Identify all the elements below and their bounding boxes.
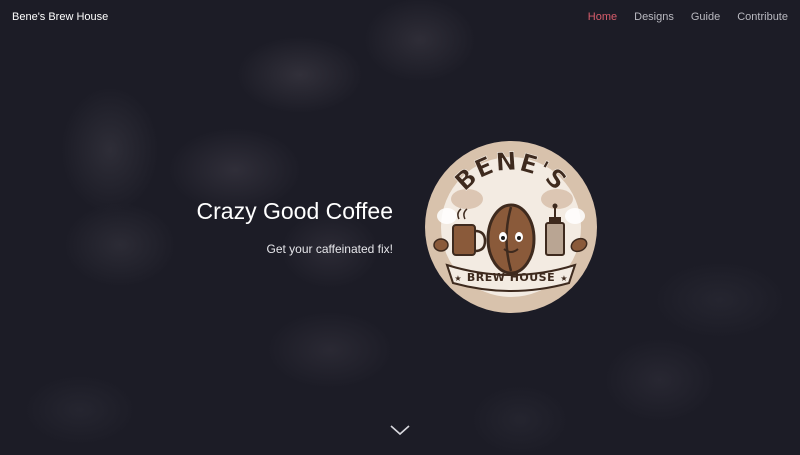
brand-link[interactable]: Bene's Brew House xyxy=(12,11,108,23)
chevron-down-icon[interactable] xyxy=(389,423,411,437)
svg-text:★: ★ xyxy=(454,274,461,283)
nav-link-designs[interactable]: Designs xyxy=(634,11,674,23)
nav-link-contribute[interactable]: Contribute xyxy=(737,11,788,23)
hero-title: Crazy Good Coffee xyxy=(196,198,393,224)
nav-link-guide[interactable]: Guide xyxy=(691,11,720,23)
brew-house-logo: BENE'S BREW HOUSE ★ ★ xyxy=(425,141,597,313)
logo-bottom-text: BREW HOUSE xyxy=(467,271,555,284)
svg-text:★: ★ xyxy=(560,274,567,283)
nav-links: Home Designs Guide Contribute xyxy=(588,11,788,23)
nav-link-home[interactable]: Home xyxy=(588,11,617,23)
navbar: Bene's Brew House Home Designs Guide Con… xyxy=(0,0,800,34)
hero-subtitle: Get your caffeinated fix! xyxy=(266,242,393,256)
hero-text: Crazy Good Coffee Get your caffeinated f… xyxy=(197,198,393,256)
